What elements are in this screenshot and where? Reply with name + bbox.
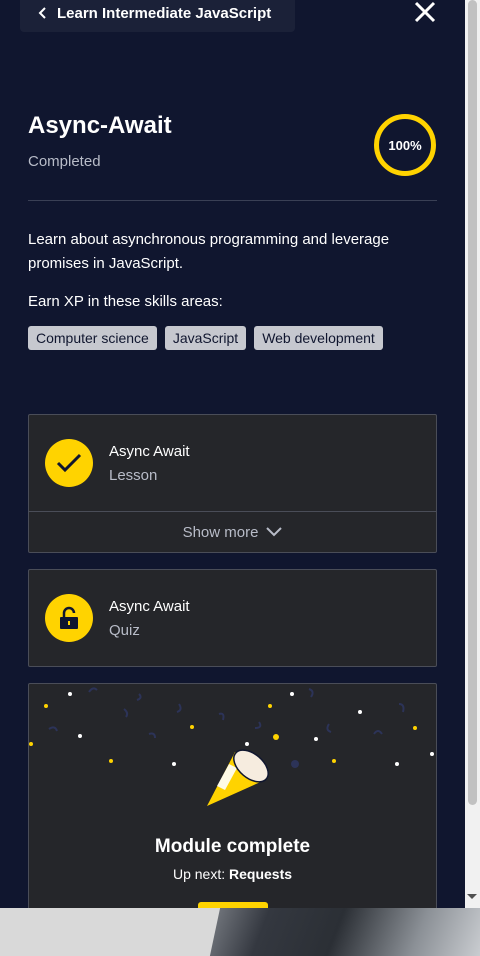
module-complete-card: Module complete Up next: Requests	[28, 683, 437, 908]
skill-tag: Web development	[254, 326, 383, 350]
module-description: Learn about asynchronous programming and…	[28, 231, 390, 272]
up-next-prefix: Up next:	[172, 866, 226, 882]
up-next-module: Requests	[229, 866, 293, 882]
lesson-type: Lesson	[109, 467, 158, 484]
chevron-left-icon	[38, 7, 46, 19]
lesson-title: Async Await	[109, 443, 190, 460]
scroll-down-arrow-icon[interactable]	[467, 894, 477, 899]
module-status: Completed	[28, 153, 101, 170]
confetti-illustration	[29, 687, 434, 806]
back-to-course-button[interactable]: Learn Intermediate JavaScript	[20, 0, 295, 32]
quiz-type: Quiz	[109, 622, 140, 639]
skill-tag: JavaScript	[164, 326, 247, 350]
lesson-card[interactable]: Async Await Lesson Show more	[28, 414, 437, 553]
background-image	[209, 908, 480, 956]
check-icon	[45, 439, 93, 487]
up-next-text: Up next: Requests	[29, 866, 436, 882]
app-window: Learn Intermediate JavaScript Async-Awai…	[0, 0, 465, 908]
background-page-strip	[0, 908, 480, 956]
module-complete-title: Module complete	[154, 836, 311, 857]
divider	[28, 200, 437, 201]
skill-tag: Computer science	[28, 326, 157, 350]
chevron-down-icon	[266, 527, 283, 537]
skill-tags: Computer science JavaScript Web developm…	[28, 326, 383, 350]
earn-xp-label: Earn XP in these skills areas:	[28, 293, 223, 310]
module-title: Async-Await	[28, 112, 172, 139]
progress-ring: 100%	[374, 114, 436, 176]
quiz-title: Async Await	[109, 598, 190, 615]
progress-label: 100%	[388, 137, 422, 153]
quiz-card[interactable]: Async Await Quiz	[28, 569, 437, 667]
close-icon[interactable]	[413, 0, 437, 24]
scrollbar-thumb[interactable]	[468, 0, 477, 805]
show-more-button[interactable]: Show more	[29, 511, 436, 553]
unlock-icon	[45, 594, 93, 642]
back-label: Learn Intermediate JavaScript	[57, 4, 272, 22]
show-more-label: Show more	[182, 523, 259, 541]
